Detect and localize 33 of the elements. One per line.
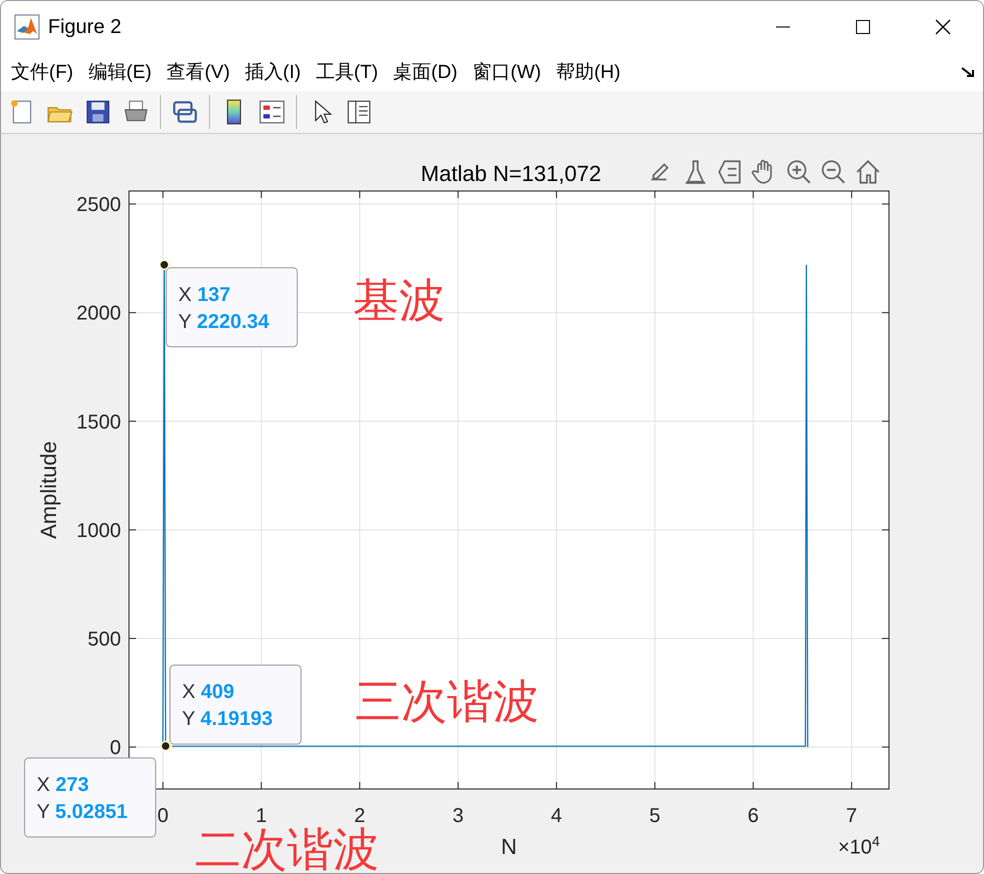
- menu-item[interactable]: 插入(I): [238, 59, 307, 85]
- y-tick-label: 500: [88, 628, 121, 650]
- menu-item[interactable]: 窗口(W): [466, 59, 548, 85]
- y-axis-label: Amplitude: [36, 441, 61, 539]
- x-axis-label: N: [501, 834, 517, 859]
- datatip-text: X 409: [182, 681, 234, 704]
- x-tick-label: 4: [550, 805, 562, 827]
- menu-item[interactable]: 文件(F): [5, 59, 80, 85]
- window-title: Figure 2: [48, 16, 122, 38]
- menu-item[interactable]: 桌面(D): [387, 59, 464, 85]
- datatip-text: Y 2220.34: [178, 310, 270, 333]
- datatip-text: X 273: [36, 774, 89, 796]
- axis-exponent: ×10$^{4}$: [838, 833, 880, 860]
- y-tick-label: 2500: [76, 194, 121, 216]
- datatip-text: X 137: [178, 284, 231, 306]
- x-tick-label: 6: [748, 805, 759, 827]
- menu-item[interactable]: 编辑(E): [82, 59, 158, 85]
- y-tick-label: 2000: [76, 302, 121, 325]
- menu-item[interactable]: 工具(T): [310, 59, 384, 85]
- y-tick-label: 1500: [76, 411, 121, 434]
- datatip-text: Y 5.02851: [36, 800, 128, 823]
- y-tick-label: 0: [110, 737, 121, 760]
- annotation-text: 三次谐波: [355, 674, 539, 728]
- x-tick-label: 0: [157, 805, 168, 827]
- datatip-text: Y 4.19193: [182, 708, 273, 730]
- menu-item[interactable]: 帮助(H): [550, 59, 626, 85]
- x-tick-label: 5: [649, 805, 660, 827]
- chart-title: Matlab N=131,072: [420, 161, 602, 186]
- x-tick-label: 3: [452, 805, 464, 827]
- x-tick-label: 7: [846, 805, 858, 827]
- annotation-text: 基波: [353, 273, 445, 327]
- y-tick-label: 1000: [76, 520, 121, 542]
- menu-item[interactable]: 查看(V): [160, 59, 236, 85]
